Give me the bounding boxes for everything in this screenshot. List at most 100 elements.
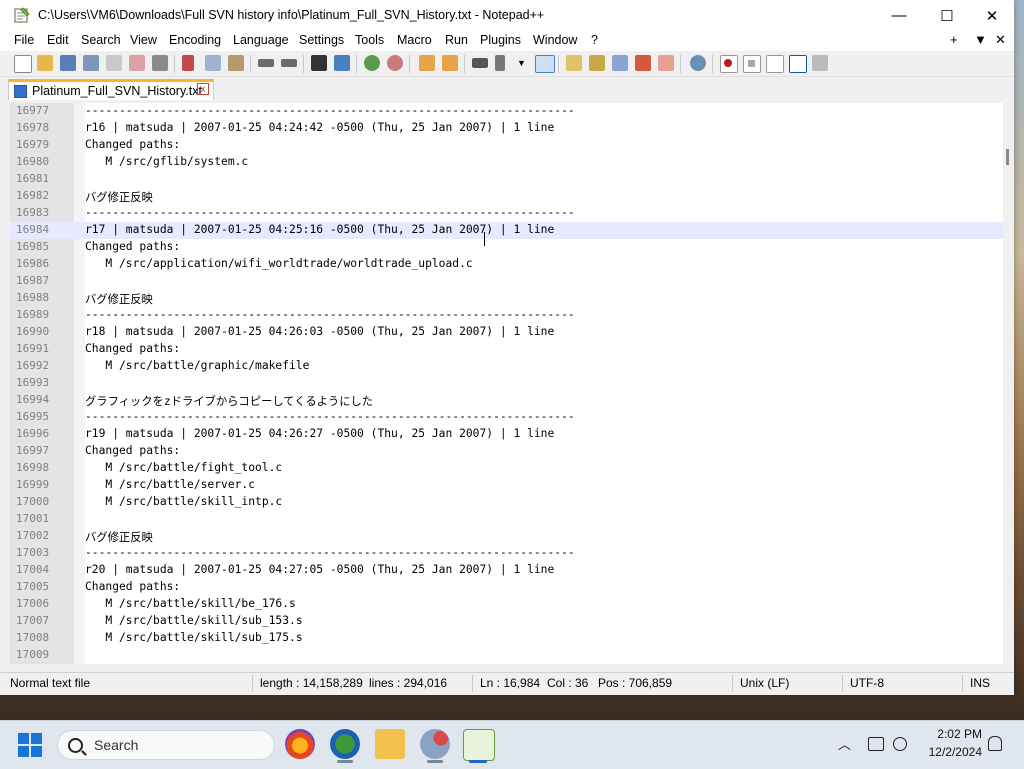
editor-line[interactable]: 16998 M /src/battle/fight_tool.c (10, 460, 1003, 477)
menu-tools[interactable]: Tools (355, 33, 384, 47)
network-icon[interactable] (868, 737, 884, 751)
monitoring-eye-icon[interactable] (690, 55, 706, 71)
save-macro-icon[interactable] (812, 55, 828, 71)
firefox-taskbar-icon[interactable] (285, 729, 315, 759)
editor-line[interactable]: 16993 (10, 375, 1003, 392)
new-tab-plus-icon[interactable]: + (950, 32, 958, 47)
editor-line[interactable]: 16980 M /src/gflib/system.c (10, 154, 1003, 171)
close-file-icon[interactable] (106, 55, 122, 71)
editor-line[interactable]: 16994 グラフィックをzドライブからコピーしてくるようにした (10, 392, 1003, 409)
editor-line[interactable]: 17003 -----------------------------------… (10, 545, 1003, 562)
tab-close-icon[interactable]: x (197, 83, 209, 95)
menu-window[interactable]: Window (533, 33, 577, 47)
editor-line[interactable]: 16989 -----------------------------------… (10, 307, 1003, 324)
editor-line[interactable]: 16984 r17 | matsuda | 2007-01-25 04:25:16… (10, 222, 1003, 239)
editor-line[interactable]: 16988 バグ修正反映 (10, 290, 1003, 307)
new-file-icon[interactable] (14, 55, 32, 73)
editor-line[interactable]: 16999 M /src/battle/server.c (10, 477, 1003, 494)
editor-line[interactable]: 16982 バグ修正反映 (10, 188, 1003, 205)
menu-run[interactable]: Run (445, 33, 468, 47)
undo-icon[interactable] (258, 59, 274, 67)
editor-line[interactable]: 17008 M /src/battle/skill/sub_175.s (10, 630, 1003, 647)
text-editor[interactable]: 16977 -----------------------------------… (10, 103, 1003, 664)
editor-line[interactable]: 16987 (10, 273, 1003, 290)
notepadpp-taskbar-icon[interactable] (463, 729, 495, 761)
tab-list-down-icon[interactable]: ▼ (974, 32, 987, 47)
redo-icon[interactable] (281, 59, 297, 67)
document-map-icon[interactable] (589, 55, 605, 71)
document-tab[interactable]: Platinum_Full_SVN_History.txt x (8, 79, 214, 100)
editor-line[interactable]: 16977 -----------------------------------… (10, 103, 1003, 120)
folder-workspace-icon[interactable] (658, 55, 674, 71)
editor-line[interactable]: 17007 M /src/battle/skill/sub_153.s (10, 613, 1003, 630)
editor-line[interactable]: 17002 バグ修正反映 (10, 528, 1003, 545)
close-all-icon[interactable] (129, 55, 145, 71)
globe-app-taskbar-icon[interactable] (330, 729, 360, 759)
notification-bell-icon[interactable] (988, 736, 1002, 751)
editor-line[interactable]: 17000 M /src/battle/skill_intp.c (10, 494, 1003, 511)
close-doc-icon[interactable]: ✕ (995, 32, 1006, 48)
toolbar-dropdown-icon[interactable]: ▼ (517, 55, 527, 71)
zoom-in-icon[interactable] (364, 55, 380, 71)
print-icon[interactable] (152, 55, 168, 71)
sync-vertical-icon[interactable] (419, 55, 435, 71)
editor-line[interactable]: 16979 Changed paths: (10, 137, 1003, 154)
word-wrap-icon[interactable] (472, 58, 488, 68)
stop-macro-icon[interactable] (743, 55, 761, 73)
play-macro-icon[interactable] (766, 55, 784, 73)
editor-line[interactable]: 16978 r16 | matsuda | 2007-01-25 04:24:42… (10, 120, 1003, 137)
editor-line[interactable]: 16990 r18 | matsuda | 2007-01-25 04:26:03… (10, 324, 1003, 341)
document-list-icon[interactable] (612, 55, 628, 71)
menu-encoding[interactable]: Encoding (169, 33, 221, 47)
show-hidden-icons-chevron-icon[interactable]: ︿ (838, 734, 851, 753)
editor-line[interactable]: 17009 (10, 647, 1003, 664)
sync-horizontal-icon[interactable] (442, 55, 458, 71)
menu-edit[interactable]: Edit (47, 33, 69, 47)
find-icon[interactable] (311, 55, 327, 71)
editor-line[interactable]: 16983 -----------------------------------… (10, 205, 1003, 222)
editor-line[interactable]: 16996 r19 | matsuda | 2007-01-25 04:26:27… (10, 426, 1003, 443)
close-button[interactable]: ✕ (969, 0, 1015, 31)
minimize-button[interactable]: — (876, 0, 922, 31)
function-list-icon[interactable] (635, 55, 651, 71)
user-language-icon[interactable] (566, 55, 582, 71)
volume-muted-icon[interactable] (893, 737, 907, 751)
menu-plugins[interactable]: Plugins (480, 33, 521, 47)
editor-line[interactable]: 16981 (10, 171, 1003, 188)
record-macro-icon[interactable] (720, 55, 738, 73)
file-explorer-taskbar-icon[interactable] (375, 729, 405, 759)
menu-search[interactable]: Search (81, 33, 121, 47)
indent-guide-icon[interactable] (535, 55, 555, 73)
show-all-chars-icon[interactable] (495, 55, 505, 71)
vertical-scrollbar[interactable] (1003, 103, 1014, 664)
menu-view[interactable]: View (130, 33, 157, 47)
vertical-scroll-thumb[interactable] (1006, 149, 1009, 165)
menu-file[interactable]: File (14, 33, 34, 47)
clock-time[interactable]: 2:02 PM (920, 727, 982, 741)
paste-icon[interactable] (228, 55, 244, 71)
maximize-button[interactable]: ☐ (924, 0, 970, 31)
run-macro-multiple-icon[interactable] (789, 55, 807, 73)
editor-line[interactable]: 17006 M /src/battle/skill/be_176.s (10, 596, 1003, 613)
start-button[interactable] (18, 733, 42, 757)
copy-icon[interactable] (205, 55, 221, 71)
menu-language[interactable]: Language (233, 33, 289, 47)
editor-line[interactable]: 16985 Changed paths: (10, 239, 1003, 256)
taskbar-search-box[interactable]: Search (57, 730, 275, 760)
editor-line[interactable]: 16997 Changed paths: (10, 443, 1003, 460)
replace-icon[interactable] (334, 55, 350, 71)
menu-macro[interactable]: Macro (397, 33, 432, 47)
app-taskbar-icon[interactable] (420, 729, 450, 759)
menu-help[interactable]: ? (591, 33, 598, 47)
editor-line[interactable]: 17004 r20 | matsuda | 2007-01-25 04:27:05… (10, 562, 1003, 579)
zoom-out-icon[interactable] (387, 55, 403, 71)
editor-line[interactable]: 16991 Changed paths: (10, 341, 1003, 358)
open-file-icon[interactable] (37, 55, 53, 71)
editor-line[interactable]: 16986 M /src/application/wifi_worldtrade… (10, 256, 1003, 273)
clock-date[interactable]: 12/2/2024 (916, 745, 982, 759)
menu-settings[interactable]: Settings (299, 33, 344, 47)
editor-line[interactable]: 17001 (10, 511, 1003, 528)
editor-line[interactable]: 17005 Changed paths: (10, 579, 1003, 596)
save-all-icon[interactable] (83, 55, 99, 71)
horizontal-scrollbar[interactable] (10, 664, 1003, 672)
